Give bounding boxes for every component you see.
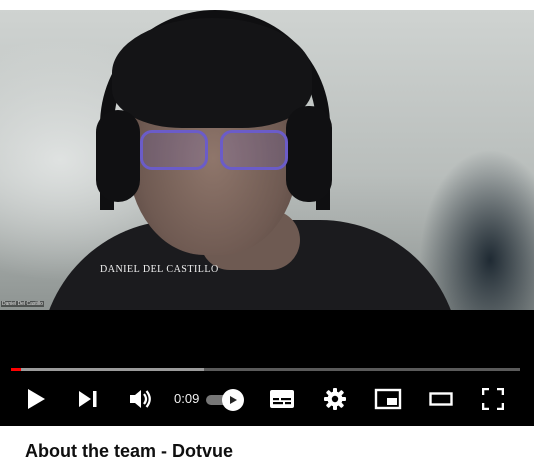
settings-button[interactable] bbox=[320, 382, 350, 416]
skip-next-icon bbox=[79, 391, 97, 407]
gear-icon bbox=[324, 388, 346, 410]
play-button[interactable] bbox=[22, 382, 50, 416]
next-button[interactable] bbox=[74, 382, 102, 416]
video-player[interactable]: DANIEL DEL CASTILLO Daniel Del Castillo … bbox=[0, 0, 534, 426]
miniplayer-icon bbox=[374, 388, 402, 410]
subtitles-button[interactable] bbox=[267, 382, 297, 416]
headphone-cup-left bbox=[96, 110, 140, 202]
play-icon bbox=[28, 389, 45, 409]
glasses-lens-left bbox=[140, 130, 208, 170]
volume-icon bbox=[130, 390, 151, 408]
glasses bbox=[140, 130, 290, 170]
fullscreen-icon bbox=[482, 388, 504, 410]
subtitles-icon bbox=[270, 390, 294, 408]
theater-mode-icon bbox=[429, 392, 453, 406]
volume-button[interactable] bbox=[127, 382, 155, 416]
speaker-name-overlay: DANIEL DEL CASTILLO bbox=[100, 264, 219, 275]
autoplay-knob bbox=[222, 389, 244, 411]
current-time: 0:09 bbox=[174, 391, 200, 406]
progress-buffered bbox=[11, 368, 205, 371]
autoplay-toggle[interactable] bbox=[206, 389, 246, 411]
glasses-lens-right bbox=[220, 130, 288, 170]
person-hair bbox=[112, 18, 312, 128]
play-icon bbox=[230, 396, 237, 404]
theater-button[interactable] bbox=[426, 382, 456, 416]
headphone-cup-right bbox=[286, 106, 332, 202]
fullscreen-button[interactable] bbox=[478, 382, 508, 416]
video-title[interactable]: About the team - Dotvue bbox=[25, 441, 233, 462]
participant-label: Daniel Del Castillo bbox=[1, 301, 44, 307]
video-frame[interactable]: DANIEL DEL CASTILLO Daniel Del Castillo bbox=[0, 10, 534, 310]
miniplayer-button[interactable] bbox=[373, 382, 403, 416]
progress-played bbox=[11, 368, 22, 371]
progress-bar[interactable] bbox=[11, 368, 520, 371]
player-top-strip bbox=[0, 0, 534, 10]
player-controls: 0:09 bbox=[0, 382, 534, 416]
